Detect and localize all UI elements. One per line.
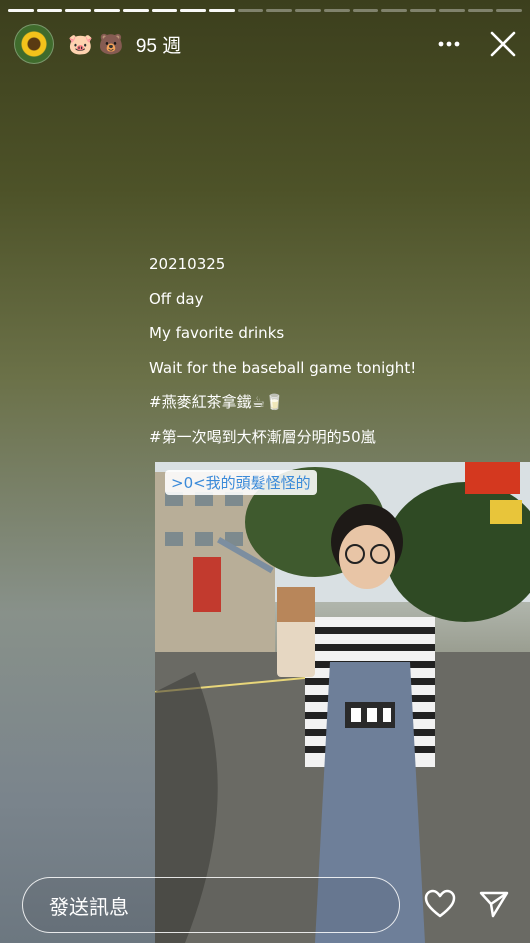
caption-line-baseball: Wait for the baseball game tonight!: [149, 358, 417, 377]
progress-segment: [352, 9, 379, 12]
progress-segment: [438, 9, 465, 12]
story-view: 🐷 🐻 95 週 20210325 Off day My favorite dr…: [0, 0, 530, 943]
caption-line-day: Off day: [149, 289, 204, 308]
progress-segment: [180, 9, 207, 12]
caption-line-date: 20210325: [149, 255, 226, 273]
progress-segment: [36, 9, 63, 12]
progress-segment: [323, 9, 350, 12]
pig-emoji: 🐷: [68, 32, 93, 56]
progress-segment: [266, 9, 293, 12]
caption-line-drinks: My favorite drinks: [149, 324, 285, 342]
caption-line-hashtag-latte[interactable]: #燕麥紅茶拿鐵☕🥛: [149, 391, 416, 426]
progress-segment: [122, 9, 149, 12]
story-photo: >0<我的頭髮怪怪的: [155, 462, 530, 943]
close-icon[interactable]: [490, 31, 516, 57]
progress-segment: [8, 9, 34, 12]
story-text-overlay: 20210325 Off day My favorite drinks Wait…: [149, 253, 416, 460]
progress-segment: [151, 9, 178, 12]
heart-icon[interactable]: [424, 889, 456, 919]
caption-line-hashtag-50lan[interactable]: #第一次喝到大杯漸層分明的50嵐: [149, 426, 416, 461]
progress-segment: [94, 9, 120, 12]
progress-segment: [237, 9, 264, 12]
reply-input[interactable]: 發送訊息: [22, 877, 400, 933]
sunflower-avatar[interactable]: [14, 24, 54, 64]
send-icon[interactable]: [478, 889, 510, 919]
progress-segment: [381, 9, 408, 12]
photo-caption: >0<我的頭髮怪怪的: [165, 470, 317, 495]
post-time: 95 週: [135, 35, 182, 57]
progress-segment: [410, 9, 436, 12]
progress-segment: [209, 9, 235, 12]
story-progress-bar: [8, 9, 522, 12]
progress-segment: [467, 9, 494, 12]
street-photo-illustration: [155, 462, 530, 943]
bear-emoji: 🐻: [98, 32, 124, 56]
progress-segment: [65, 9, 92, 12]
progress-segment: [295, 9, 321, 12]
story-header: 🐷 🐻 95 週: [14, 22, 516, 66]
more-horizontal-icon[interactable]: [438, 41, 460, 47]
progress-segment: [496, 9, 522, 12]
